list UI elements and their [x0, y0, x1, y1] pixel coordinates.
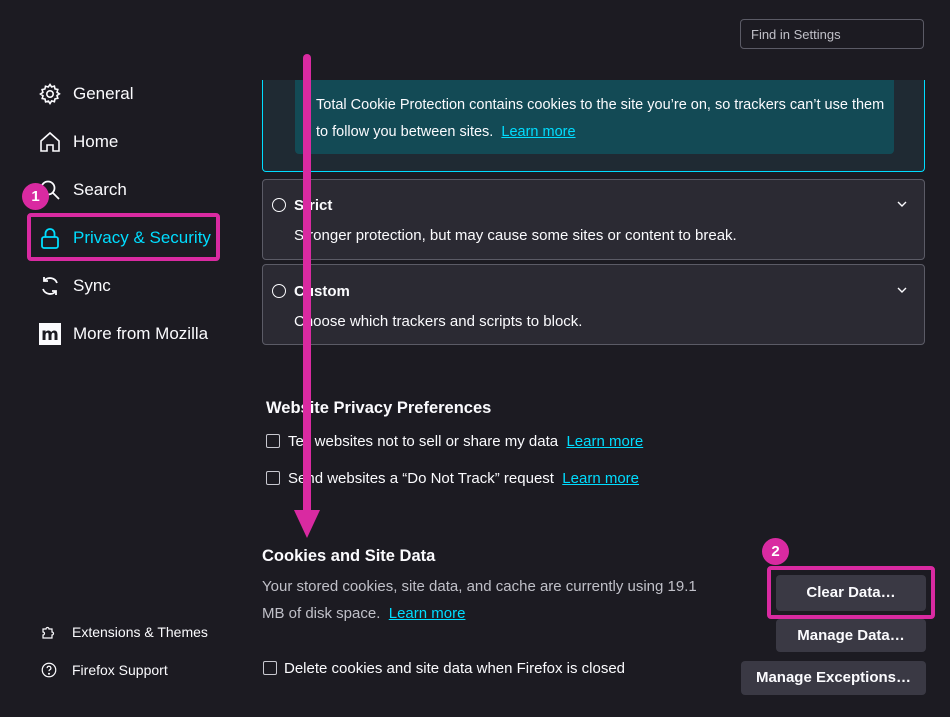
puzzle-icon [42, 626, 55, 639]
manage-data-button[interactable]: Manage Data… [776, 619, 926, 652]
sidebar-item-sync[interactable]: Sync [38, 271, 111, 301]
tcp-learn-more-link[interactable]: Learn more [501, 124, 575, 140]
gpc-learn-more-link[interactable]: Learn more [566, 433, 643, 450]
strict-option[interactable] [262, 179, 925, 260]
sidebar-item-label: Sync [73, 276, 111, 295]
gear-icon [39, 83, 61, 105]
extensions-themes-link[interactable]: Extensions & Themes [40, 621, 208, 643]
home-icon [40, 131, 60, 152]
strict-radio[interactable] [272, 198, 286, 212]
gpc-checkbox[interactable] [266, 434, 280, 448]
chevron-down-icon[interactable] [896, 284, 908, 296]
step-2-badge: 2 [762, 538, 789, 565]
manage-exceptions-button[interactable]: Manage Exceptions… [741, 661, 926, 695]
custom-option[interactable] [262, 264, 925, 345]
delete-on-close-checkbox[interactable] [263, 661, 277, 675]
lock-icon [41, 228, 59, 249]
cookies-description: Your stored cookies, site data, and cach… [262, 578, 697, 622]
svg-text:m: m [41, 325, 59, 345]
sidebar-item-search[interactable]: Search [38, 175, 127, 205]
chevron-down-icon[interactable] [896, 198, 908, 210]
annotation-arrow [294, 54, 320, 538]
firefox-support-label: Firefox Support [72, 662, 168, 678]
sidebar-item-label: General [73, 84, 134, 103]
sidebar-item-more-from-mozilla[interactable]: m More from Mozilla [38, 319, 208, 349]
sidebar-item-label: More from Mozilla [73, 324, 209, 343]
strict-description: Stronger protection, but may cause some … [294, 227, 737, 244]
dnt-row: Send websites a “Do Not Track” request L… [288, 470, 640, 487]
sidebar-item-label: Privacy & Security [73, 228, 211, 247]
sidebar-item-home[interactable]: Home [38, 127, 118, 157]
mozilla-icon: m [39, 323, 61, 345]
sidebar-item-general[interactable]: General [38, 79, 133, 109]
delete-on-close-label: Delete cookies and site data when Firefo… [284, 660, 626, 677]
tcp-description: Total Cookie Protection contains cookies… [316, 97, 885, 140]
extensions-themes-label: Extensions & Themes [72, 624, 208, 640]
cookies-learn-more-link[interactable]: Learn more [389, 605, 466, 622]
sidebar-item-label: Search [73, 180, 127, 199]
help-icon [41, 662, 57, 678]
custom-description: Choose which trackers and scripts to blo… [294, 313, 583, 330]
clear-data-highlight-box [767, 566, 935, 619]
search-input[interactable] [740, 19, 924, 49]
gpc-row: Tell websites not to sell or share my da… [288, 433, 644, 450]
sync-icon [42, 277, 58, 295]
cookies-heading: Cookies and Site Data [262, 547, 436, 565]
sidebar-item-label: Home [73, 132, 119, 151]
step-1-badge: 1 [22, 183, 49, 210]
sidebar-item-privacy-security[interactable]: Privacy & Security [38, 223, 211, 253]
firefox-support-link[interactable]: Firefox Support [40, 659, 168, 681]
dnt-checkbox[interactable] [266, 471, 280, 485]
custom-radio[interactable] [272, 284, 286, 298]
dnt-learn-more-link[interactable]: Learn more [562, 470, 639, 487]
